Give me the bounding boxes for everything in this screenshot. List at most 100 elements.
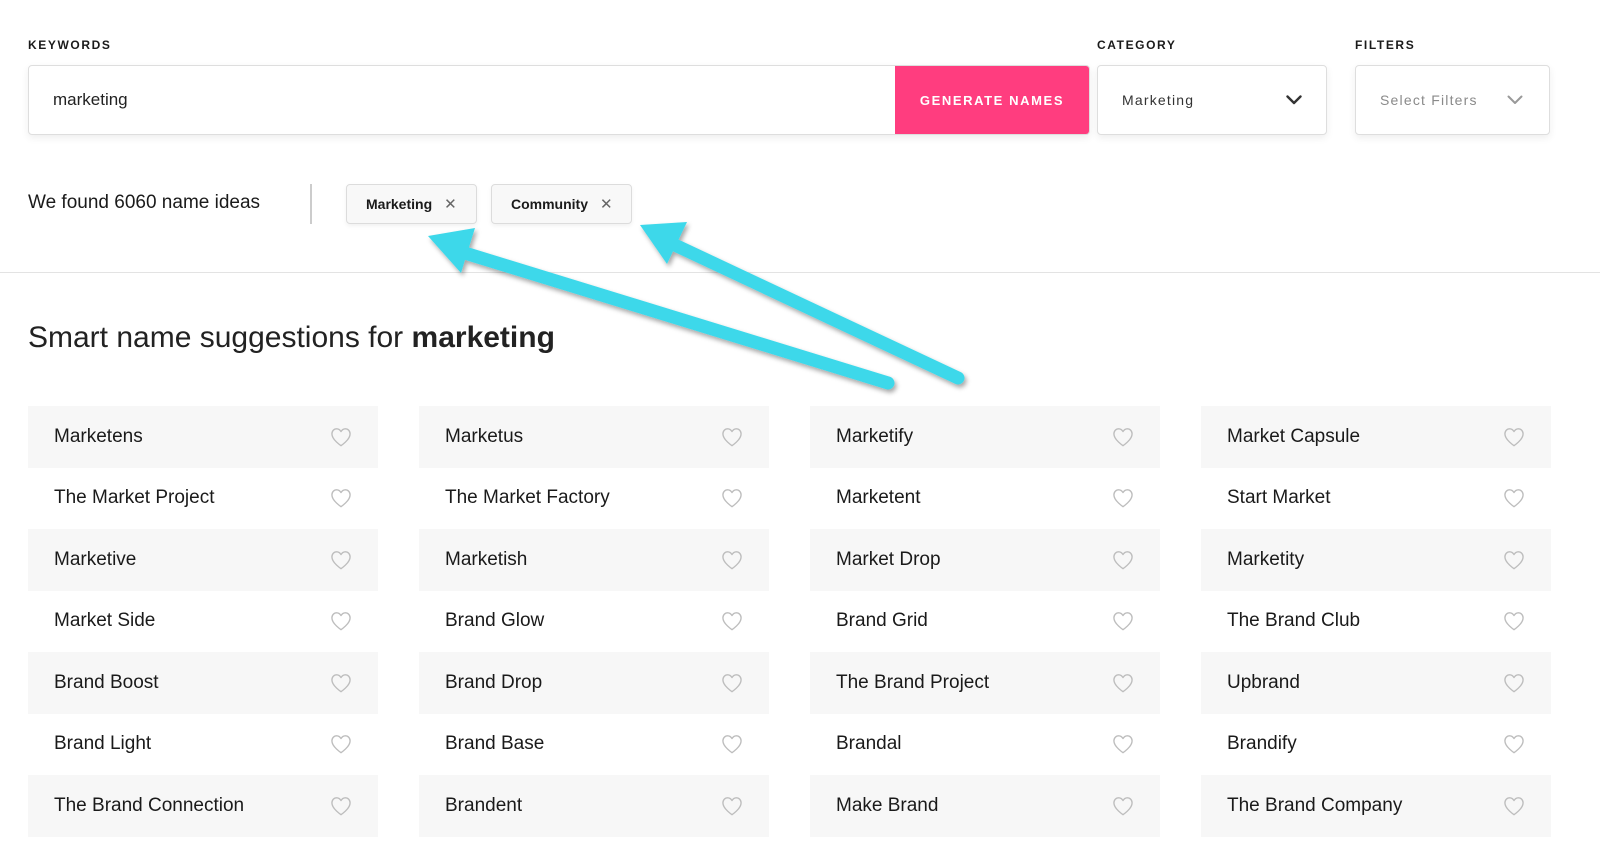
heart-icon[interactable] xyxy=(330,673,352,693)
heart-icon[interactable] xyxy=(1503,550,1525,570)
name-card[interactable]: Brand Drop xyxy=(419,652,769,714)
name-card-label: Brand Grid xyxy=(836,610,928,632)
heart-icon[interactable] xyxy=(721,673,743,693)
name-card[interactable]: Marketus xyxy=(419,406,769,468)
name-card-label: The Market Factory xyxy=(445,487,610,509)
name-card[interactable]: The Market Project xyxy=(28,468,378,530)
name-card[interactable]: Brand Glow xyxy=(419,591,769,653)
heart-icon[interactable] xyxy=(330,550,352,570)
name-card-label: Marketens xyxy=(54,425,143,447)
name-card[interactable]: Brandent xyxy=(419,775,769,837)
name-card-label: Brand Drop xyxy=(445,671,543,693)
filters-label: FILTERS xyxy=(1355,38,1416,52)
name-card[interactable]: Marketive xyxy=(28,529,378,591)
name-card-label: Brandify xyxy=(1227,733,1297,755)
tag-label: Community xyxy=(511,196,588,212)
name-card-label: Brandal xyxy=(836,733,902,755)
name-card-label: Make Brand xyxy=(836,794,939,816)
heart-icon[interactable] xyxy=(330,427,352,447)
heart-icon[interactable] xyxy=(1503,734,1525,754)
name-card[interactable]: The Brand Connection xyxy=(28,775,378,837)
heart-icon[interactable] xyxy=(1503,427,1525,447)
heart-icon[interactable] xyxy=(1112,673,1134,693)
divider xyxy=(310,184,312,224)
name-card[interactable]: Brand Light xyxy=(28,714,378,776)
heart-icon[interactable] xyxy=(1112,734,1134,754)
keyword-input[interactable] xyxy=(29,66,895,134)
name-card[interactable]: The Brand Company xyxy=(1201,775,1551,837)
name-card-label: Brand Boost xyxy=(54,671,159,693)
heart-icon[interactable] xyxy=(330,611,352,631)
name-card-label: The Market Project xyxy=(54,487,215,509)
close-icon[interactable]: ✕ xyxy=(600,195,613,213)
name-card-label: Marketify xyxy=(836,425,914,447)
keywords-label: KEYWORDS xyxy=(28,38,112,52)
name-card-label: Marketent xyxy=(836,487,921,509)
name-card-label: The Brand Connection xyxy=(54,794,245,816)
name-card[interactable]: Brand Base xyxy=(419,714,769,776)
name-card[interactable]: Marketify xyxy=(810,406,1160,468)
heart-icon[interactable] xyxy=(1112,611,1134,631)
heart-icon[interactable] xyxy=(721,796,743,816)
heart-icon[interactable] xyxy=(1112,488,1134,508)
heart-icon[interactable] xyxy=(330,734,352,754)
heart-icon[interactable] xyxy=(1112,427,1134,447)
heart-icon[interactable] xyxy=(721,488,743,508)
name-card-label: The Brand Project xyxy=(836,671,990,693)
name-card[interactable]: Start Market xyxy=(1201,468,1551,530)
title-prefix: Smart name suggestions for xyxy=(28,321,404,354)
category-dropdown[interactable]: Marketing xyxy=(1097,65,1327,135)
results-count-text: We found 6060 name ideas xyxy=(28,192,261,213)
name-card[interactable]: Marketish xyxy=(419,529,769,591)
name-card-label: Start Market xyxy=(1227,487,1331,509)
name-card[interactable]: The Brand Club xyxy=(1201,591,1551,653)
heart-icon[interactable] xyxy=(721,550,743,570)
heart-icon[interactable] xyxy=(721,611,743,631)
name-card[interactable]: The Market Factory xyxy=(419,468,769,530)
heart-icon[interactable] xyxy=(1112,550,1134,570)
heart-icon[interactable] xyxy=(1503,673,1525,693)
page-title: Smart name suggestions for marketing xyxy=(28,321,555,355)
chevron-down-icon xyxy=(1507,92,1523,108)
name-card[interactable]: Marketent xyxy=(810,468,1160,530)
name-card-label: Market Side xyxy=(54,610,156,632)
arrow-to-marketing-tag xyxy=(428,228,895,390)
filters-placeholder: Select Filters xyxy=(1380,92,1478,108)
name-card-label: Brand Light xyxy=(54,733,152,755)
category-selected-value: Marketing xyxy=(1122,92,1195,108)
name-card[interactable]: Marketity xyxy=(1201,529,1551,591)
heart-icon[interactable] xyxy=(1503,611,1525,631)
heart-icon[interactable] xyxy=(721,427,743,447)
name-card[interactable]: Upbrand xyxy=(1201,652,1551,714)
name-card[interactable]: Marketens xyxy=(28,406,378,468)
section-divider xyxy=(0,272,1600,273)
close-icon[interactable]: ✕ xyxy=(444,195,457,213)
heart-icon[interactable] xyxy=(330,796,352,816)
heart-icon[interactable] xyxy=(1503,796,1525,816)
filters-dropdown[interactable]: Select Filters xyxy=(1355,65,1550,135)
keyword-search-bar: GENERATE NAMES xyxy=(28,65,1090,135)
name-suggestions-grid: Marketens Marketus Marketify Market Capsule… xyxy=(28,406,1551,837)
name-card-label: Brand Base xyxy=(445,733,545,755)
name-card[interactable]: Brand Boost xyxy=(28,652,378,714)
name-card[interactable]: Market Side xyxy=(28,591,378,653)
name-card[interactable]: Market Capsule xyxy=(1201,406,1551,468)
name-card-label: Marketity xyxy=(1227,548,1305,570)
name-card[interactable]: Brandify xyxy=(1201,714,1551,776)
tag-label: Marketing xyxy=(366,196,433,212)
heart-icon[interactable] xyxy=(1503,488,1525,508)
name-card[interactable]: Make Brand xyxy=(810,775,1160,837)
name-card-label: The Brand Club xyxy=(1227,610,1361,632)
name-card[interactable]: Brandal xyxy=(810,714,1160,776)
heart-icon[interactable] xyxy=(721,734,743,754)
heart-icon[interactable] xyxy=(330,488,352,508)
name-card-label: Marketus xyxy=(445,425,524,447)
arrow-to-community-tag xyxy=(640,222,965,385)
name-card[interactable]: The Brand Project xyxy=(810,652,1160,714)
generate-names-button[interactable]: GENERATE NAMES xyxy=(895,66,1089,134)
heart-icon[interactable] xyxy=(1112,796,1134,816)
name-card[interactable]: Brand Grid xyxy=(810,591,1160,653)
filter-tag-community: Community ✕ xyxy=(491,184,632,224)
name-card[interactable]: Market Drop xyxy=(810,529,1160,591)
name-card-label: The Brand Company xyxy=(1227,794,1403,816)
